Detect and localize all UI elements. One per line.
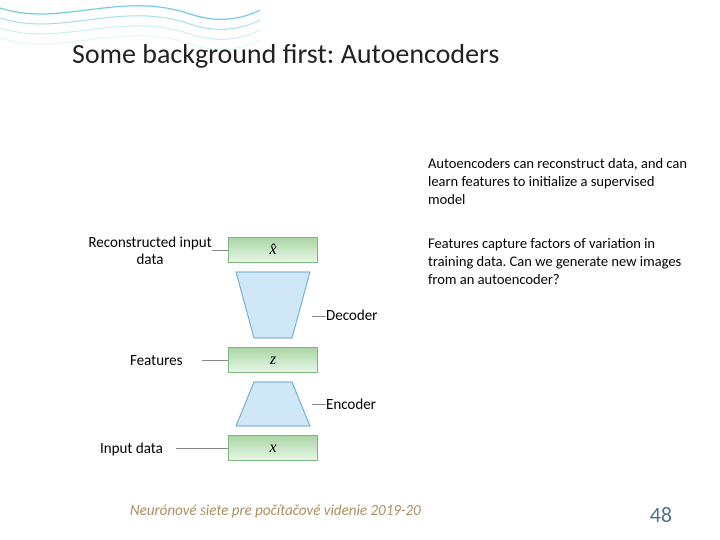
connector-line [312,404,326,405]
connector-line [176,448,228,449]
paragraph-autoencoders-reconstruct: Autoencoders can reconstruct data, and c… [428,154,688,208]
connector-line [202,360,228,361]
var-box-x: x [228,435,318,461]
slide-title: Some background first: Autoencoders [72,36,499,71]
label-features: Features [130,352,182,370]
connector-line [212,250,228,251]
label-input-data: Input data [100,440,163,458]
connector-line [312,316,326,317]
label-encoder: Encoder [326,396,376,414]
footer-text: Neurónové siete pre počítačové videnie 2… [130,502,421,520]
label-reconstructed-input-data: Reconstructed input data [80,235,220,270]
label-decoder: Decoder [326,307,377,325]
slide-content: Autoencoders can reconstruct data, and c… [0,130,720,490]
var-box-z: z [228,347,318,373]
page-number: 48 [650,501,672,528]
encoder-trapezoid-icon [234,380,312,428]
paragraph-features-capture: Features capture factors of variation in… [428,234,698,288]
var-box-xhat: x̂ [228,237,318,263]
decoder-trapezoid-icon [234,270,312,340]
